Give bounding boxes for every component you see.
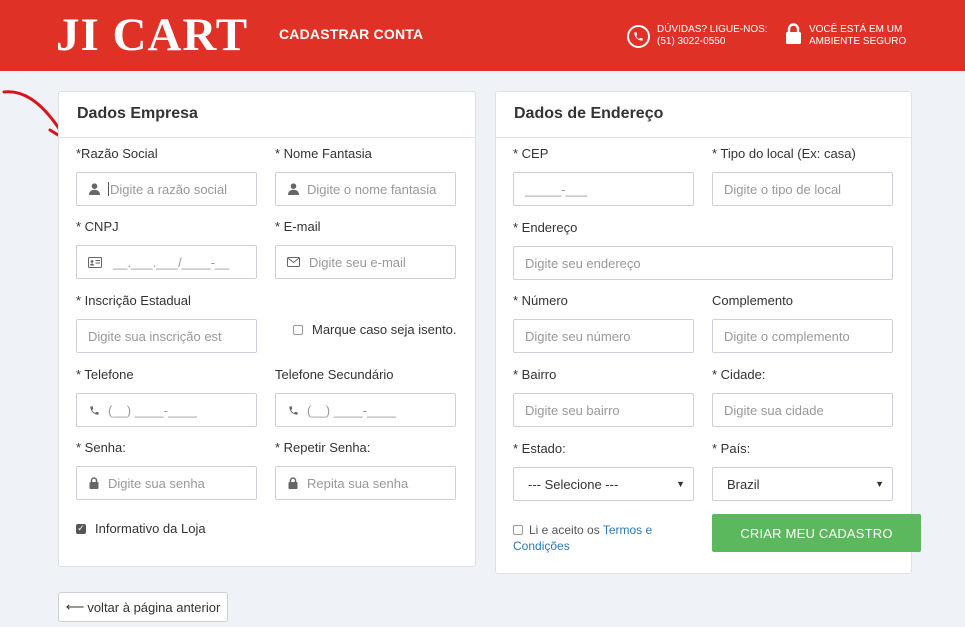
- page-title: CADASTRAR CONTA: [279, 26, 424, 42]
- telefone-secundario-mask: (__) ____-____: [307, 402, 396, 418]
- telefone-secundario-label: Telefone Secundário: [275, 367, 394, 382]
- cep-mask: _____-___: [525, 181, 588, 197]
- informativo-checkbox-box[interactable]: ✓: [76, 523, 86, 534]
- cnpj-input[interactable]: __.___.___/____-__: [76, 245, 257, 279]
- pais-select[interactable]: Brazil ▼: [712, 467, 893, 501]
- nome-fantasia-input[interactable]: Digite o nome fantasia: [275, 172, 456, 206]
- informativo-checkbox[interactable]: ✓ Informativo da Loja: [76, 521, 206, 536]
- criar-cadastro-button[interactable]: CRIAR MEU CADASTRO: [712, 514, 921, 552]
- envelope-icon: [287, 255, 300, 269]
- telefone-secundario-input[interactable]: (__) ____-____: [275, 393, 456, 427]
- lock-icon: [88, 476, 100, 490]
- cidade-label: * Cidade:: [712, 367, 766, 382]
- repetir-senha-label: * Repetir Senha:: [275, 440, 371, 455]
- pais-label: * País:: [712, 441, 751, 456]
- repetir-senha-placeholder: Repita sua senha: [307, 475, 409, 491]
- user-icon: [88, 182, 100, 196]
- help-phone-number: (51) 3022-0550: [657, 36, 726, 47]
- tipo-local-input[interactable]: Digite o tipo de local: [712, 172, 893, 206]
- caret-down-icon: ▼: [676, 479, 685, 489]
- estado-select[interactable]: --- Selecione --- ▼: [513, 467, 694, 501]
- cnpj-mask: __.___.___/____-__: [113, 254, 230, 270]
- senha-input[interactable]: Digite sua senha: [76, 466, 257, 500]
- numero-label: * Número: [513, 293, 568, 308]
- user-icon: [287, 182, 299, 196]
- terms-text: Li e aceito os: [529, 523, 603, 537]
- lock-icon: [785, 22, 802, 50]
- email-label: * E-mail: [275, 219, 321, 234]
- endereco-input[interactable]: Digite seu endereço: [513, 246, 893, 280]
- cep-input[interactable]: _____-___: [513, 172, 694, 206]
- voltar-button[interactable]: ⟵ voltar à página anterior: [58, 592, 228, 622]
- razao-social-placeholder: Digite a razão social: [110, 181, 228, 197]
- arrow-left-icon: ⟵: [65, 599, 85, 614]
- terms-link[interactable]: Termos e: [603, 523, 652, 537]
- cidade-input[interactable]: Digite sua cidade: [712, 393, 893, 427]
- secure-badge: VOCÊ ESTÁ EM UM AMBIENTE SEGURO: [785, 22, 907, 50]
- telefone-input[interactable]: (__) ____-____: [76, 393, 257, 427]
- inscricao-estadual-label: * Inscrição Estadual: [76, 293, 191, 308]
- numero-input[interactable]: Digite seu número: [513, 319, 694, 353]
- telefone-label: * Telefone: [76, 367, 134, 382]
- caret-down-icon: ▼: [875, 479, 884, 489]
- nome-fantasia-label: * Nome Fantasia: [275, 146, 372, 161]
- cnpj-label: * CNPJ: [76, 219, 119, 234]
- numero-placeholder: Digite seu número: [525, 328, 631, 344]
- pais-selected-value: Brazil: [727, 476, 760, 492]
- text-cursor: [108, 182, 109, 196]
- isento-label: Marque caso seja isento.: [312, 322, 457, 337]
- telefone-mask: (__) ____-____: [108, 402, 197, 418]
- site-header: JI CART CADASTRAR CONTA DÚVIDAS? LIGUE-N…: [0, 0, 965, 71]
- endereco-placeholder: Digite seu endereço: [525, 255, 641, 271]
- secure-line-1: VOCÊ ESTÁ EM UM: [809, 24, 903, 35]
- bairro-label: * Bairro: [513, 367, 557, 382]
- phone-icon: [88, 403, 100, 417]
- site-logo[interactable]: JI CART: [56, 8, 248, 62]
- senha-label: * Senha:: [76, 440, 126, 455]
- estado-label: * Estado:: [513, 441, 566, 456]
- cep-label: * CEP: [513, 146, 549, 161]
- email-placeholder: Digite seu e-mail: [309, 254, 406, 270]
- isento-checkbox[interactable]: Marque caso seja isento.: [293, 322, 457, 337]
- complemento-label: Complemento: [712, 293, 793, 308]
- voltar-label: voltar à página anterior: [87, 599, 221, 615]
- isento-checkbox-box[interactable]: [293, 324, 303, 335]
- terms-checkbox[interactable]: Li e aceito os Termos e Condições: [513, 522, 652, 554]
- complemento-placeholder: Digite o complemento: [724, 328, 850, 344]
- phone-icon: [287, 403, 299, 417]
- tipo-local-label: * Tipo do local (Ex: casa): [712, 146, 856, 161]
- cidade-placeholder: Digite sua cidade: [724, 402, 824, 418]
- terms-checkbox-box[interactable]: [513, 525, 523, 535]
- repetir-senha-input[interactable]: Repita sua senha: [275, 466, 456, 500]
- razao-social-input[interactable]: Digite a razão social: [76, 172, 257, 206]
- tipo-local-placeholder: Digite o tipo de local: [724, 181, 842, 197]
- bairro-input[interactable]: Digite seu bairro: [513, 393, 694, 427]
- inscricao-estadual-placeholder: Digite sua inscrição est: [88, 328, 222, 344]
- conditions-link[interactable]: Condições: [513, 539, 570, 553]
- phone-icon: [627, 24, 650, 48]
- empresa-panel-title: Dados Empresa: [59, 92, 475, 138]
- lock-icon: [287, 476, 299, 490]
- email-input[interactable]: Digite seu e-mail: [275, 245, 456, 279]
- bairro-placeholder: Digite seu bairro: [525, 402, 620, 418]
- endereco-label: * Endereço: [513, 220, 578, 235]
- inscricao-estadual-input[interactable]: Digite sua inscrição est: [76, 319, 257, 353]
- complemento-input[interactable]: Digite o complemento: [712, 319, 893, 353]
- razao-social-label: *Razão Social: [76, 146, 158, 161]
- informativo-label: Informativo da Loja: [95, 521, 206, 536]
- estado-selected-value: --- Selecione ---: [528, 476, 619, 492]
- senha-placeholder: Digite sua senha: [108, 475, 205, 491]
- help-phone: DÚVIDAS? LIGUE-NOS: (51) 3022-0550: [627, 23, 768, 49]
- endereco-panel-title: Dados de Endereço: [496, 92, 911, 138]
- nome-fantasia-placeholder: Digite o nome fantasia: [307, 181, 437, 197]
- secure-line-2: AMBIENTE SEGURO: [809, 36, 907, 47]
- id-card-icon: [88, 255, 102, 269]
- help-label: DÚVIDAS? LIGUE-NOS:: [657, 24, 768, 35]
